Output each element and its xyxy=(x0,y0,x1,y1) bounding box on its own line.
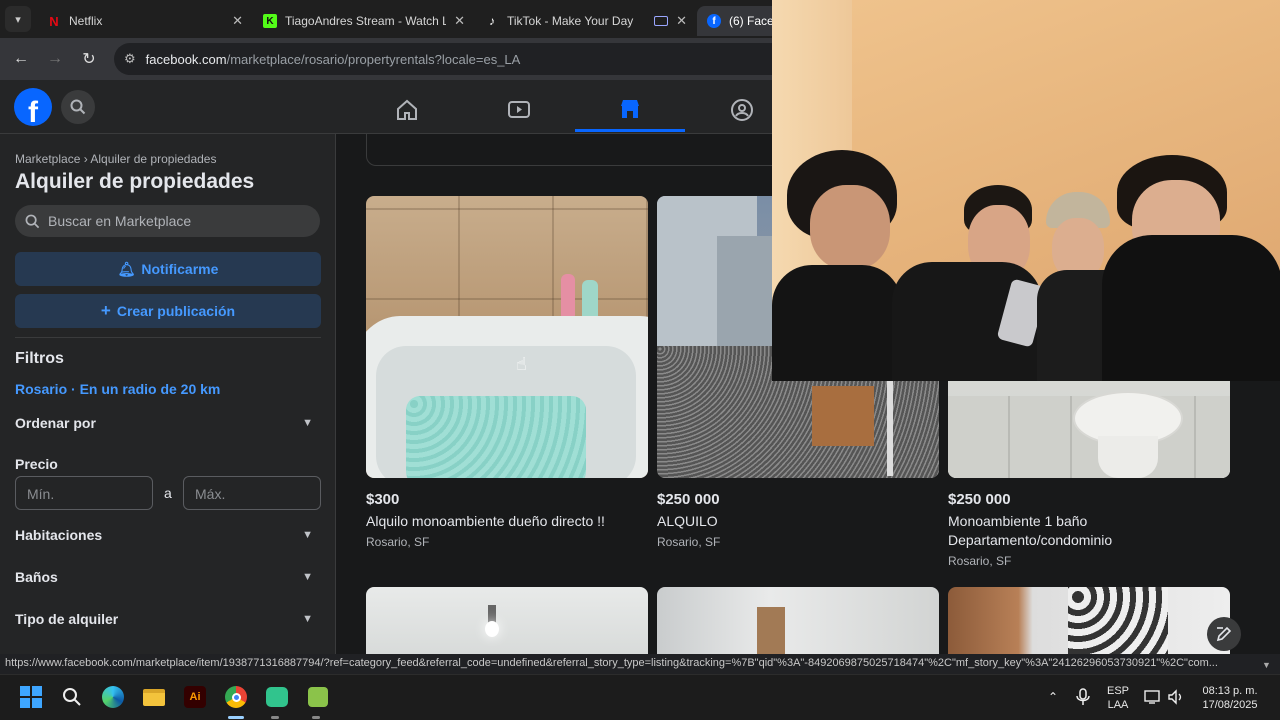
listing-location: Rosario, SF xyxy=(366,535,430,549)
nav-video[interactable] xyxy=(464,88,574,132)
listing-price: $300 xyxy=(366,491,400,508)
status-url-bubble: https://www.facebook.com/marketplace/ite… xyxy=(0,654,1280,674)
browser-tab-tiktok[interactable]: ♪ TikTok - Make Your Day ✕ xyxy=(475,6,697,36)
microphone-icon[interactable] xyxy=(1070,684,1096,710)
chrome-icon[interactable] xyxy=(223,684,249,710)
facebook-logo-icon[interactable]: f xyxy=(14,88,52,126)
tab-search-button[interactable]: ▾ xyxy=(5,6,31,32)
picture-in-picture-icon[interactable] xyxy=(654,16,669,26)
create-listing-button[interactable]: + Crear publicación xyxy=(15,294,321,328)
rental-type-filter[interactable]: Tipo de alquiler ▼ xyxy=(15,611,321,627)
reload-icon[interactable]: ↻ xyxy=(72,49,106,69)
tray-overflow-chevron-icon[interactable]: ⌃ xyxy=(1040,684,1066,710)
browser-tab-netflix[interactable]: N Netflix ✕ xyxy=(37,6,253,36)
listing-photo-shower[interactable] xyxy=(657,587,939,654)
baths-filter[interactable]: Baños ▼ xyxy=(15,569,321,585)
forward-arrow-icon[interactable]: → xyxy=(38,50,72,68)
mouse-cursor-icon: ☝ xyxy=(516,354,527,374)
divider xyxy=(15,337,321,338)
file-explorer-icon[interactable] xyxy=(141,684,167,710)
tiktok-icon: ♪ xyxy=(489,14,495,28)
breadcrumb-separator: › xyxy=(83,152,88,166)
breadcrumb-marketplace[interactable]: Marketplace xyxy=(15,152,80,166)
back-arrow-icon[interactable]: ← xyxy=(4,50,38,68)
listing-photo-bathtub[interactable]: ☝ xyxy=(366,196,648,478)
android-app-icon[interactable] xyxy=(305,684,331,710)
listing-location: Rosario, SF xyxy=(657,535,721,549)
active-app-indicator xyxy=(228,716,244,719)
filters-title: Filtros xyxy=(15,350,64,367)
listing-photo-room[interactable] xyxy=(366,587,648,654)
chevron-down-icon: ▼ xyxy=(302,571,313,583)
marketplace-sidebar: Marketplace › Alquiler de propiedades Al… xyxy=(0,134,336,654)
plus-icon: + xyxy=(100,301,111,320)
listing-location: Rosario, SF xyxy=(948,554,1012,568)
price-min-input[interactable]: Mín. xyxy=(15,476,153,510)
scroll-down-icon[interactable]: ▼ xyxy=(1262,660,1271,670)
video-icon xyxy=(508,101,530,118)
notify-button[interactable]: 🔔︎ Notificarme xyxy=(15,252,321,286)
search-icon xyxy=(25,214,40,228)
nav-home[interactable] xyxy=(352,88,462,132)
search-icon xyxy=(70,99,86,115)
url-host: facebook.com xyxy=(145,51,227,67)
chevron-down-icon: ▼ xyxy=(302,417,313,429)
listing-title: Alquilo monoambiente dueño directo !! xyxy=(366,513,605,529)
bell-icon: 🔔︎ xyxy=(117,260,136,277)
running-app-indicator xyxy=(271,716,279,719)
home-icon xyxy=(397,99,417,120)
running-app-indicator xyxy=(312,716,320,719)
price-label: Precio xyxy=(15,456,58,472)
search-placeholder: Buscar en Marketplace xyxy=(48,213,192,229)
input-language-indicator[interactable]: ESP LAA xyxy=(1104,684,1132,712)
price-separator: a xyxy=(164,485,172,501)
screen: ▾ N Netflix ✕ K TiagoAndres Stream - Wat… xyxy=(0,0,1280,720)
clock[interactable]: 08:13 p. m. 17/08/2025 xyxy=(1194,684,1266,712)
facebook-search-button[interactable] xyxy=(61,90,95,124)
facebook-icon: f xyxy=(707,14,721,28)
nav-marketplace[interactable] xyxy=(575,88,685,132)
new-message-button[interactable] xyxy=(1207,617,1241,651)
groups-icon xyxy=(731,99,753,121)
chevron-down-icon: ▼ xyxy=(302,613,313,625)
listing-title: Monoambiente 1 baño Departamento/condomi… xyxy=(948,513,1113,548)
location-filter[interactable]: Rosario · En un radio de 20 km xyxy=(15,381,220,397)
close-tab-icon[interactable]: ✕ xyxy=(454,13,465,29)
marketplace-search-input[interactable]: Buscar en Marketplace xyxy=(15,205,320,237)
address-bar[interactable]: ⚙ facebook.com/marketplace/rosario/prope… xyxy=(114,43,854,75)
listing-price: $250 000 xyxy=(657,491,720,508)
url-path: /marketplace/rosario/propertyrentals?loc… xyxy=(226,51,521,67)
sort-by-filter[interactable]: Ordenar por ▼ xyxy=(15,415,321,431)
illustrator-icon[interactable]: Ai xyxy=(182,684,208,710)
chevron-down-icon: ▾ xyxy=(15,13,21,26)
site-settings-icon[interactable]: ⚙ xyxy=(124,51,136,67)
breadcrumb: Marketplace › Alquiler de propiedades xyxy=(15,152,216,166)
listing-title: ALQUILO xyxy=(657,513,718,529)
listing-photo-curtain[interactable] xyxy=(948,587,1230,654)
category-chip-bar xyxy=(366,134,786,166)
netflix-icon: N xyxy=(49,13,59,29)
listing-card[interactable]: ☝ $300 Alquilo monoambiente dueño direct… xyxy=(366,196,648,549)
webcam-overlay xyxy=(772,0,1280,381)
breadcrumb-current: Alquiler de propiedades xyxy=(90,152,217,166)
windows-start-icon[interactable] xyxy=(18,684,44,710)
streaming-app-icon[interactable] xyxy=(264,684,290,710)
volume-icon[interactable] xyxy=(1163,684,1189,710)
chevron-down-icon: ▼ xyxy=(302,529,313,541)
edge-browser-icon[interactable] xyxy=(100,684,126,710)
close-tab-icon[interactable]: ✕ xyxy=(232,13,243,29)
browser-tab-kick[interactable]: K TiagoAndres Stream - Watch Li ✕ xyxy=(253,6,475,36)
page-title: Alquiler de propiedades xyxy=(15,170,255,193)
kick-icon: K xyxy=(263,14,277,28)
marketplace-icon xyxy=(621,99,639,118)
windows-taskbar: Ai ⌃ ESP LAA 08:13 p. m. 17/08/2025 xyxy=(0,674,1280,720)
edit-icon xyxy=(1216,626,1232,642)
close-tab-icon[interactable]: ✕ xyxy=(676,13,687,29)
price-max-input[interactable]: Máx. xyxy=(183,476,321,510)
listing-price: $250 000 xyxy=(948,491,1011,508)
rooms-filter[interactable]: Habitaciones ▼ xyxy=(15,527,321,543)
search-icon[interactable] xyxy=(59,684,85,710)
